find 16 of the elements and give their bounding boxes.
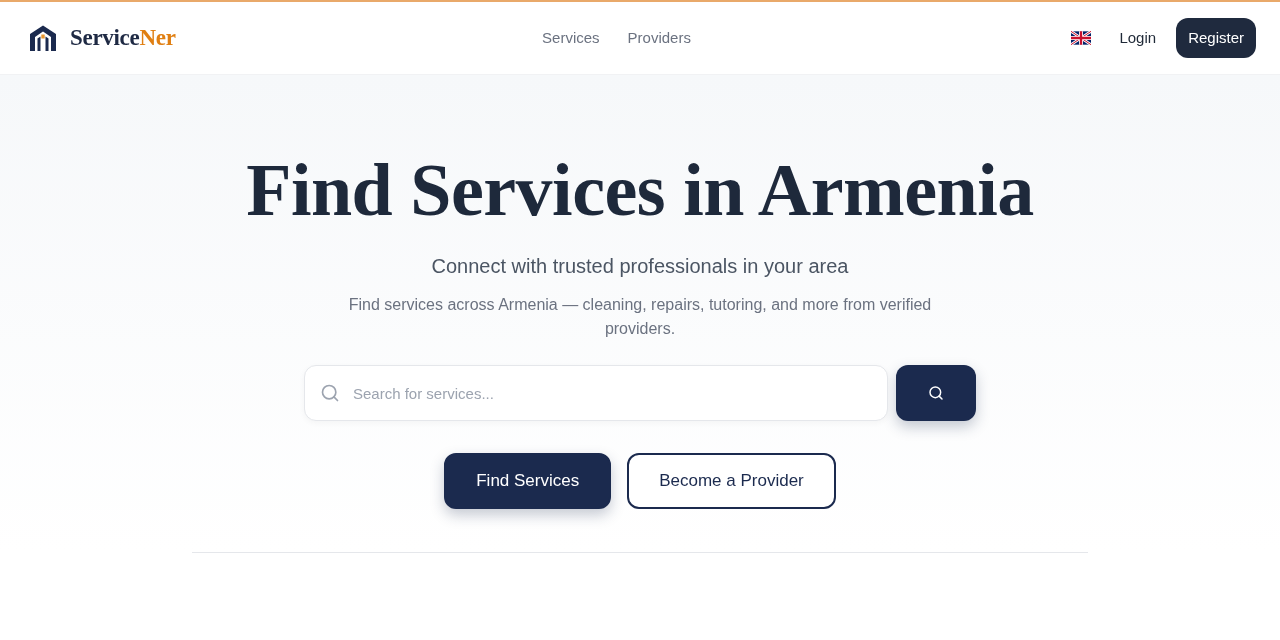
hero-subtitle: Connect with trusted professionals in your area	[431, 254, 849, 279]
house-logo-icon	[28, 24, 58, 52]
uk-flag-icon[interactable]	[1071, 31, 1092, 45]
find-services-button[interactable]: Find Services	[444, 453, 612, 509]
nav-link[interactable]: Services	[542, 26, 600, 50]
logo-text[interactable]: ServiceNer	[70, 20, 176, 56]
register-button[interactable]: Register	[1176, 18, 1256, 58]
hero-description: Find services across Armenia — cleaning, repairs, tutoring, and more from verified providers.	[347, 295, 933, 339]
search-field[interactable]: Search for services...	[304, 365, 888, 421]
search-button[interactable]	[896, 365, 976, 421]
hero-title: Find Services in Armenia	[246, 150, 1034, 230]
search-icon	[320, 383, 340, 403]
become-provider-button[interactable]: Become a Provider	[627, 453, 836, 509]
nav-link[interactable]: Providers	[627, 26, 691, 50]
login-link[interactable]: Login	[1119, 26, 1157, 50]
search-icon	[928, 385, 944, 401]
